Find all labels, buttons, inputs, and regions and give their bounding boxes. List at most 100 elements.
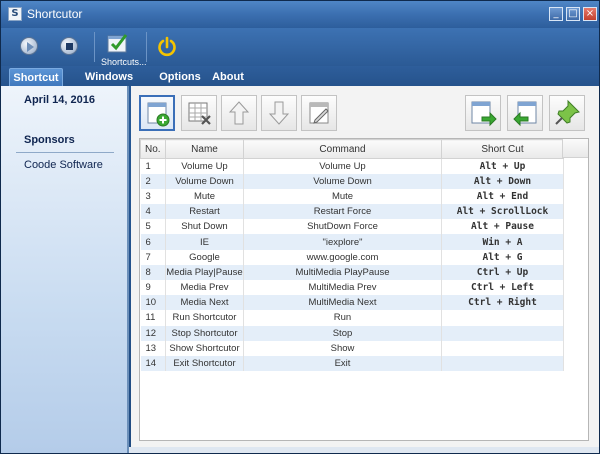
- cell-name: Volume Down: [165, 173, 244, 189]
- power-icon: [158, 36, 176, 57]
- tab-windows-default[interactable]: Windows Default: [69, 68, 149, 101]
- status-bar: [129, 447, 599, 453]
- column-header-name[interactable]: Name: [165, 139, 244, 159]
- cell-command: Mute: [243, 188, 442, 205]
- table-row[interactable]: 3 Mute Mute Alt + End: [140, 188, 564, 205]
- tab-shortcut[interactable]: Shortcut: [9, 68, 63, 86]
- toolbar-separator: [146, 32, 147, 62]
- cell-name: IE: [165, 234, 244, 250]
- column-header-shortcut[interactable]: Short Cut: [441, 139, 564, 159]
- cell-name: Volume Up: [165, 158, 244, 174]
- table-row[interactable]: 11 Run Shortcutor Run: [140, 310, 564, 326]
- table-row[interactable]: 8 Media Play|Pause MultiMedia PlayPause Ctr…: [140, 264, 564, 280]
- add-shortcut-button[interactable]: [139, 95, 175, 131]
- shortcuts-button[interactable]: Shortcuts...: [99, 31, 147, 67]
- power-button[interactable]: [155, 31, 179, 63]
- tab-bar: Shortcut Windows Default Options About: [1, 66, 599, 101]
- cell-command: Stop: [243, 325, 442, 341]
- table-row[interactable]: 7 Google www.google.com Alt + G: [140, 249, 564, 265]
- cell-no: 14: [140, 355, 166, 372]
- cell-shortcut: [441, 310, 564, 326]
- play-icon: [27, 42, 34, 52]
- shortcuts-icon: [107, 34, 128, 53]
- cell-shortcut: [441, 355, 564, 372]
- cell-shortcut: [441, 325, 564, 341]
- table-row[interactable]: 14 Exit Shortcutor Exit: [140, 355, 564, 372]
- column-header-no[interactable]: No.: [140, 139, 166, 159]
- cell-command: Volume Up: [243, 158, 442, 174]
- tab-about[interactable]: About: [209, 68, 247, 86]
- table-row[interactable]: 10 Media Next MultiMedia Next Ctrl + Right: [140, 295, 564, 311]
- cell-no: 13: [140, 340, 166, 356]
- app-window: S Shortcutor _ □ × Shortcuts... Shortcut…: [0, 0, 600, 454]
- cell-command: Run: [243, 310, 442, 326]
- cell-command: MultiMedia Prev: [243, 280, 442, 296]
- cell-shortcut: Ctrl + Right: [441, 295, 564, 311]
- cell-no: 8: [140, 264, 166, 280]
- tab-options[interactable]: Options: [157, 68, 203, 86]
- cell-shortcut: Alt + ScrollLock: [441, 204, 564, 220]
- delete-shortcut-button[interactable]: [181, 95, 217, 131]
- pin-button[interactable]: [549, 95, 585, 131]
- maximize-button[interactable]: □: [566, 7, 580, 21]
- cell-name: Shut Down: [165, 219, 244, 235]
- sponsor-link[interactable]: Coode Software: [24, 159, 103, 171]
- cell-no: 6: [140, 234, 166, 250]
- minimize-button[interactable]: _: [549, 7, 563, 21]
- table-row[interactable]: 5 Shut Down ShutDown Force Alt + Pause: [140, 219, 564, 235]
- arrow-down-icon: [268, 101, 290, 125]
- table-row[interactable]: 1 Volume Up Volume Up Alt + Up: [140, 158, 564, 174]
- table-row[interactable]: 6 IE "iexplore" Win + A: [140, 234, 564, 250]
- cell-no: 1: [140, 158, 166, 174]
- pin-icon: [555, 99, 580, 125]
- cell-name: Media Prev: [165, 280, 244, 296]
- cell-command: Restart Force: [243, 204, 442, 220]
- cell-shortcut: Alt + Pause: [441, 219, 564, 235]
- cell-command: www.google.com: [243, 249, 442, 265]
- shortcut-table[interactable]: No. Name Command Short Cut 1 Volume Up Vol…: [139, 138, 589, 441]
- cell-shortcut: Alt + Down: [441, 173, 564, 189]
- cell-no: 9: [140, 280, 166, 296]
- import-button[interactable]: [465, 95, 501, 131]
- cell-no: 11: [140, 310, 166, 326]
- cell-command: Show: [243, 340, 442, 356]
- table-row[interactable]: 9 Media Prev MultiMedia Prev Ctrl + Left: [140, 280, 564, 296]
- column-header-command[interactable]: Command: [243, 139, 442, 159]
- import-icon: [471, 101, 497, 127]
- arrow-up-icon: [228, 101, 250, 125]
- edit-icon: [309, 102, 329, 124]
- cell-shortcut: Ctrl + Left: [441, 280, 564, 296]
- move-up-button[interactable]: [221, 95, 257, 131]
- toolbar: Shortcuts...: [1, 28, 599, 67]
- cell-name: Stop Shortcutor: [165, 325, 244, 341]
- current-date: April 14, 2016: [24, 94, 95, 106]
- export-icon: [513, 101, 537, 127]
- table-row[interactable]: 2 Volume Down Volume Down Alt + Down: [140, 173, 564, 189]
- cell-name: Mute: [165, 188, 244, 205]
- close-button[interactable]: ×: [583, 7, 597, 21]
- cell-name: Restart: [165, 204, 244, 220]
- table-row[interactable]: 12 Stop Shortcutor Stop: [140, 325, 564, 341]
- add-icon: [147, 102, 170, 127]
- cell-shortcut: Ctrl + Up: [441, 264, 564, 280]
- move-down-button[interactable]: [261, 95, 297, 131]
- cell-no: 12: [140, 325, 166, 341]
- cell-command: MultiMedia Next: [243, 295, 442, 311]
- table-row[interactable]: 4 Restart Restart Force Alt + ScrollLock: [140, 204, 564, 220]
- edit-shortcut-button[interactable]: [301, 95, 337, 131]
- cell-name: Exit Shortcutor: [165, 355, 244, 372]
- toolbar-separator: [94, 32, 95, 62]
- cell-no: 3: [140, 188, 166, 205]
- sponsors-heading: Sponsors: [24, 134, 75, 146]
- stop-button[interactable]: [60, 37, 78, 55]
- cell-shortcut: Alt + Up: [441, 158, 564, 174]
- cell-no: 5: [140, 219, 166, 235]
- title-bar: S Shortcutor _ □ ×: [1, 1, 599, 28]
- table-row[interactable]: 13 Show Shortcutor Show: [140, 340, 564, 356]
- play-button[interactable]: [20, 37, 38, 55]
- cell-command: "iexplore": [243, 234, 442, 250]
- divider: [16, 152, 114, 153]
- delete-table-icon: [188, 102, 211, 125]
- export-button[interactable]: [507, 95, 543, 131]
- cell-shortcut: Alt + End: [441, 188, 564, 205]
